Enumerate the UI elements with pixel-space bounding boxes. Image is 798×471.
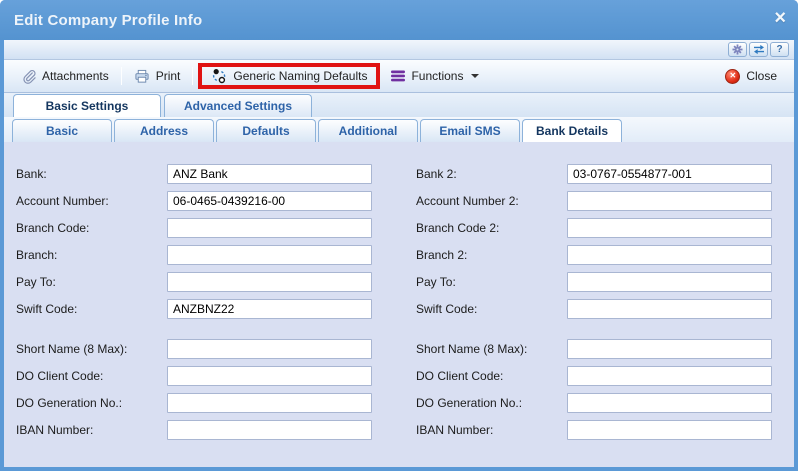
tab-address[interactable]: Address (114, 119, 214, 142)
form-row: Branch Code: Branch Code 2: (12, 218, 794, 238)
functions-menu-icon (391, 70, 405, 82)
form-row: Account Number: Account Number 2: (12, 191, 794, 211)
close-label: Close (746, 69, 777, 83)
account-number-2-input[interactable] (567, 191, 772, 211)
field-label: Short Name (8 Max): (12, 342, 167, 356)
window-option-strip: ? (4, 40, 794, 60)
toolbar: Attachments Print (4, 60, 794, 93)
field-label: Bank: (12, 167, 167, 181)
field-label: Pay To: (12, 275, 167, 289)
field-label: Swift Code: (412, 302, 567, 316)
window-title: Edit Company Profile Info (14, 12, 202, 29)
field-label: Branch Code: (12, 221, 167, 235)
tab-bank-details[interactable]: Bank Details (522, 119, 622, 142)
printer-icon (134, 69, 150, 84)
dialog-frame: ? Attachments (4, 40, 794, 467)
close-button[interactable]: ✕ Close (716, 65, 786, 88)
field-label: Bank 2: (412, 167, 567, 181)
print-button[interactable]: Print (125, 65, 190, 88)
help-button[interactable]: ? (770, 42, 789, 57)
main-tab-bar: Basic Settings Advanced Settings (4, 93, 794, 117)
form-row: DO Generation No.: DO Generation No.: (12, 393, 794, 413)
form-row: Swift Code: Swift Code: (12, 299, 794, 319)
short-name-input[interactable] (167, 339, 372, 359)
form-row: Branch: Branch 2: (12, 245, 794, 265)
field-label: Pay To: (412, 275, 567, 289)
field-label: DO Client Code: (412, 369, 567, 383)
field-label: Swift Code: (12, 302, 167, 316)
do-generation-no-input[interactable] (167, 393, 372, 413)
do-client-code-2-input[interactable] (567, 366, 772, 386)
help-icon: ? (776, 44, 782, 55)
gear-icon (732, 44, 743, 55)
tab-basic[interactable]: Basic (12, 119, 112, 142)
toolbar-separator (121, 67, 122, 85)
account-number-input[interactable] (167, 191, 372, 211)
iban-number-input[interactable] (167, 420, 372, 440)
field-label: DO Client Code: (12, 369, 167, 383)
tab-defaults[interactable]: Defaults (216, 119, 316, 142)
pay-to-2-input[interactable] (567, 272, 772, 292)
bank-2-input[interactable] (567, 164, 772, 184)
toolbar-separator (192, 67, 193, 85)
field-label: DO Generation No.: (412, 396, 567, 410)
window-close-icon[interactable]: × (774, 8, 786, 28)
functions-menu-button[interactable]: Functions (382, 65, 488, 87)
field-label: IBAN Number: (12, 423, 167, 437)
bank-details-panel: Bank: Bank 2: Account Number: Account Nu… (4, 142, 794, 467)
tab-advanced-settings[interactable]: Advanced Settings (164, 94, 312, 117)
title-bar: Edit Company Profile Info × (0, 0, 798, 40)
field-label: DO Generation No.: (12, 396, 167, 410)
branch-code-input[interactable] (167, 218, 372, 238)
field-label: Account Number: (12, 194, 167, 208)
attachments-button[interactable]: Attachments (12, 65, 118, 88)
functions-label: Functions (411, 69, 463, 83)
short-name-2-input[interactable] (567, 339, 772, 359)
do-generation-no-2-input[interactable] (567, 393, 772, 413)
field-label: Branch Code 2: (412, 221, 567, 235)
tab-basic-settings[interactable]: Basic Settings (13, 94, 161, 117)
iban-number-2-input[interactable] (567, 420, 772, 440)
chevron-down-icon (471, 74, 479, 78)
swift-code-2-input[interactable] (567, 299, 772, 319)
close-x-icon: ✕ (725, 69, 740, 84)
form-row: Bank: Bank 2: (12, 164, 794, 184)
paperclip-icon (21, 69, 36, 84)
branch-2-input[interactable] (567, 245, 772, 265)
attachments-label: Attachments (42, 69, 109, 83)
branch-input[interactable] (167, 245, 372, 265)
form-group-gap (12, 326, 794, 339)
form-row: IBAN Number: IBAN Number: (12, 420, 794, 440)
field-label: Branch: (12, 248, 167, 262)
generic-naming-icon (211, 68, 227, 84)
tab-email-sms[interactable]: Email SMS (420, 119, 520, 142)
tab-additional[interactable]: Additional (318, 119, 418, 142)
field-label: Account Number 2: (412, 194, 567, 208)
generic-naming-label: Generic Naming Defaults (233, 69, 367, 83)
refresh-icon (753, 44, 765, 55)
bank-input[interactable] (167, 164, 372, 184)
form-row: Short Name (8 Max): Short Name (8 Max): (12, 339, 794, 359)
branch-code-2-input[interactable] (567, 218, 772, 238)
pay-to-input[interactable] (167, 272, 372, 292)
edit-company-profile-dialog: Edit Company Profile Info × (0, 0, 798, 471)
print-label: Print (156, 69, 181, 83)
sub-tab-bar: Basic Address Defaults Additional Email … (4, 117, 794, 142)
swift-code-input[interactable] (167, 299, 372, 319)
field-label: Short Name (8 Max): (412, 342, 567, 356)
field-label: Branch 2: (412, 248, 567, 262)
do-client-code-input[interactable] (167, 366, 372, 386)
refresh-button[interactable] (749, 42, 768, 57)
settings-button[interactable] (728, 42, 747, 57)
form-row: Pay To: Pay To: (12, 272, 794, 292)
form-row: DO Client Code: DO Client Code: (12, 366, 794, 386)
generic-naming-defaults-button[interactable]: Generic Naming Defaults (198, 63, 380, 89)
field-label: IBAN Number: (412, 423, 567, 437)
